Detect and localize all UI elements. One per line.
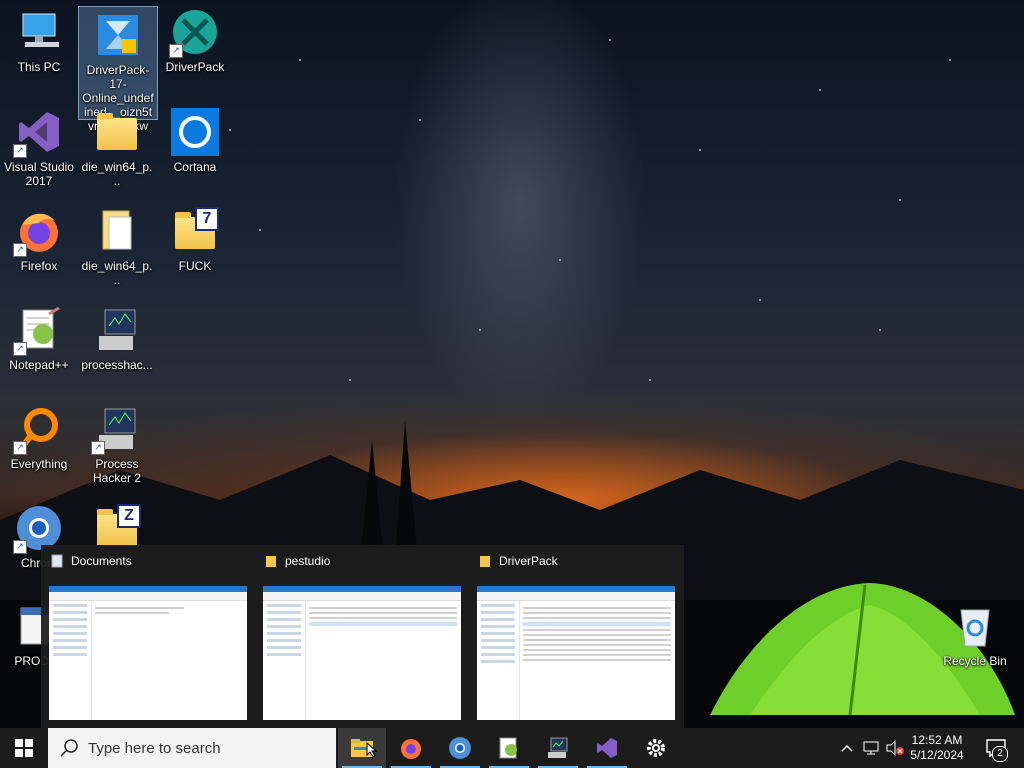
recycle-bin-icon [951, 602, 999, 650]
desktop-icon-driverpack[interactable]: ↗ DriverPack [156, 4, 234, 74]
visual-studio-icon [597, 738, 617, 758]
desktop-icon-cortana[interactable]: Cortana [156, 104, 234, 174]
notification-count-badge: 2 [992, 746, 1008, 762]
window-preview [49, 586, 247, 720]
network-icon [863, 741, 879, 755]
search-placeholder: Type here to search [88, 739, 221, 757]
taskbar-thumbnail-popup: Documents pestudio DriverPack [41, 545, 684, 728]
desktop-icon-notepadpp[interactable]: ↗ Notepad++ [0, 302, 78, 372]
cortana-icon [171, 108, 219, 156]
desktop-icon-visual-studio[interactable]: ↗ Visual Studio 2017 [0, 104, 78, 188]
7z-folder-icon: 7 [171, 207, 219, 255]
taskbar-visual-studio[interactable] [583, 728, 631, 768]
network-tray-button[interactable] [859, 728, 883, 768]
taskbar-file-explorer[interactable] [338, 728, 386, 768]
thumbnail-driverpack[interactable]: DriverPack [469, 545, 675, 728]
desktop-icon-die-zip[interactable]: die_win64_p... [78, 104, 156, 188]
desktop-icon-die-folder[interactable]: die_win64_p... [78, 203, 156, 287]
window-preview [477, 586, 675, 720]
thumbnail-title: pestudio [285, 554, 331, 568]
taskbar-chromium[interactable] [436, 728, 484, 768]
search-box[interactable]: Type here to search [48, 728, 336, 768]
desktop-icon-this-pc[interactable]: This PC [0, 4, 78, 74]
desktop-icon-firefox[interactable]: ↗ Firefox [0, 203, 78, 273]
notepadpp-icon [499, 737, 517, 759]
gear-icon [647, 739, 665, 757]
desktop-icon-processhacker[interactable]: processhac... [78, 302, 156, 372]
taskbar-settings[interactable] [632, 728, 680, 768]
volume-muted-icon [886, 740, 904, 756]
process-hacker-icon: ↗ [91, 405, 141, 455]
folder-icon [480, 556, 490, 567]
desktop-icon-everything[interactable]: ↗ Everything [0, 401, 78, 471]
chevron-up-icon [841, 744, 853, 752]
desktop-icon-recycle-bin[interactable]: Recycle Bin [936, 598, 1014, 668]
folder-icon [93, 207, 141, 255]
chromium-icon [449, 737, 471, 759]
everything-icon: ↗ [13, 405, 63, 455]
zip-folder-icon [93, 108, 141, 156]
start-button[interactable] [0, 728, 48, 768]
thumbnail-title: DriverPack [499, 554, 558, 568]
visual-studio-icon: ↗ [13, 108, 63, 158]
show-hidden-icons-button[interactable] [836, 728, 858, 768]
desktop-icon-driverpack-installer[interactable]: DriverPack-17-Online_undefined__oizn5tvn… [78, 6, 158, 133]
thumbnail-documents[interactable]: Documents [41, 545, 247, 728]
process-hacker-icon [93, 306, 141, 354]
taskbar-firefox[interactable] [387, 728, 435, 768]
desktop-icon-fuck-7z[interactable]: 7 FUCK [156, 203, 234, 273]
documents-icon [51, 554, 63, 568]
clock-tray-button[interactable]: 12:52 AM 5/12/2024 [907, 728, 967, 768]
taskbar: Type here to search 12:52 AM 5/12/2024 2 [0, 728, 1024, 768]
windows-logo-icon [15, 739, 33, 757]
firefox-icon [401, 739, 421, 759]
mouse-cursor-icon [366, 742, 378, 758]
volume-tray-button[interactable] [883, 728, 907, 768]
clock-time: 12:52 AM [911, 733, 963, 747]
thumbnail-pestudio[interactable]: pestudio [255, 545, 461, 728]
action-center-button[interactable]: 2 [976, 728, 1016, 768]
thumbnail-title: Documents [71, 554, 132, 568]
taskbar-notepadpp[interactable] [485, 728, 533, 768]
taskbar-process-hacker[interactable] [534, 728, 582, 768]
firefox-icon: ↗ [13, 207, 63, 257]
computer-icon [15, 8, 63, 56]
notepadpp-icon: ↗ [13, 306, 63, 356]
folder-icon [266, 556, 276, 567]
driverpack-icon: ↗ [169, 8, 219, 58]
search-icon [60, 739, 78, 757]
process-hacker-icon [548, 737, 568, 758]
driverpack-installer-icon [94, 11, 142, 59]
clock-date: 5/12/2024 [910, 748, 964, 762]
window-preview [263, 586, 461, 720]
desktop-icon-process-hacker-2[interactable]: ↗ Process Hacker 2 [78, 401, 156, 485]
